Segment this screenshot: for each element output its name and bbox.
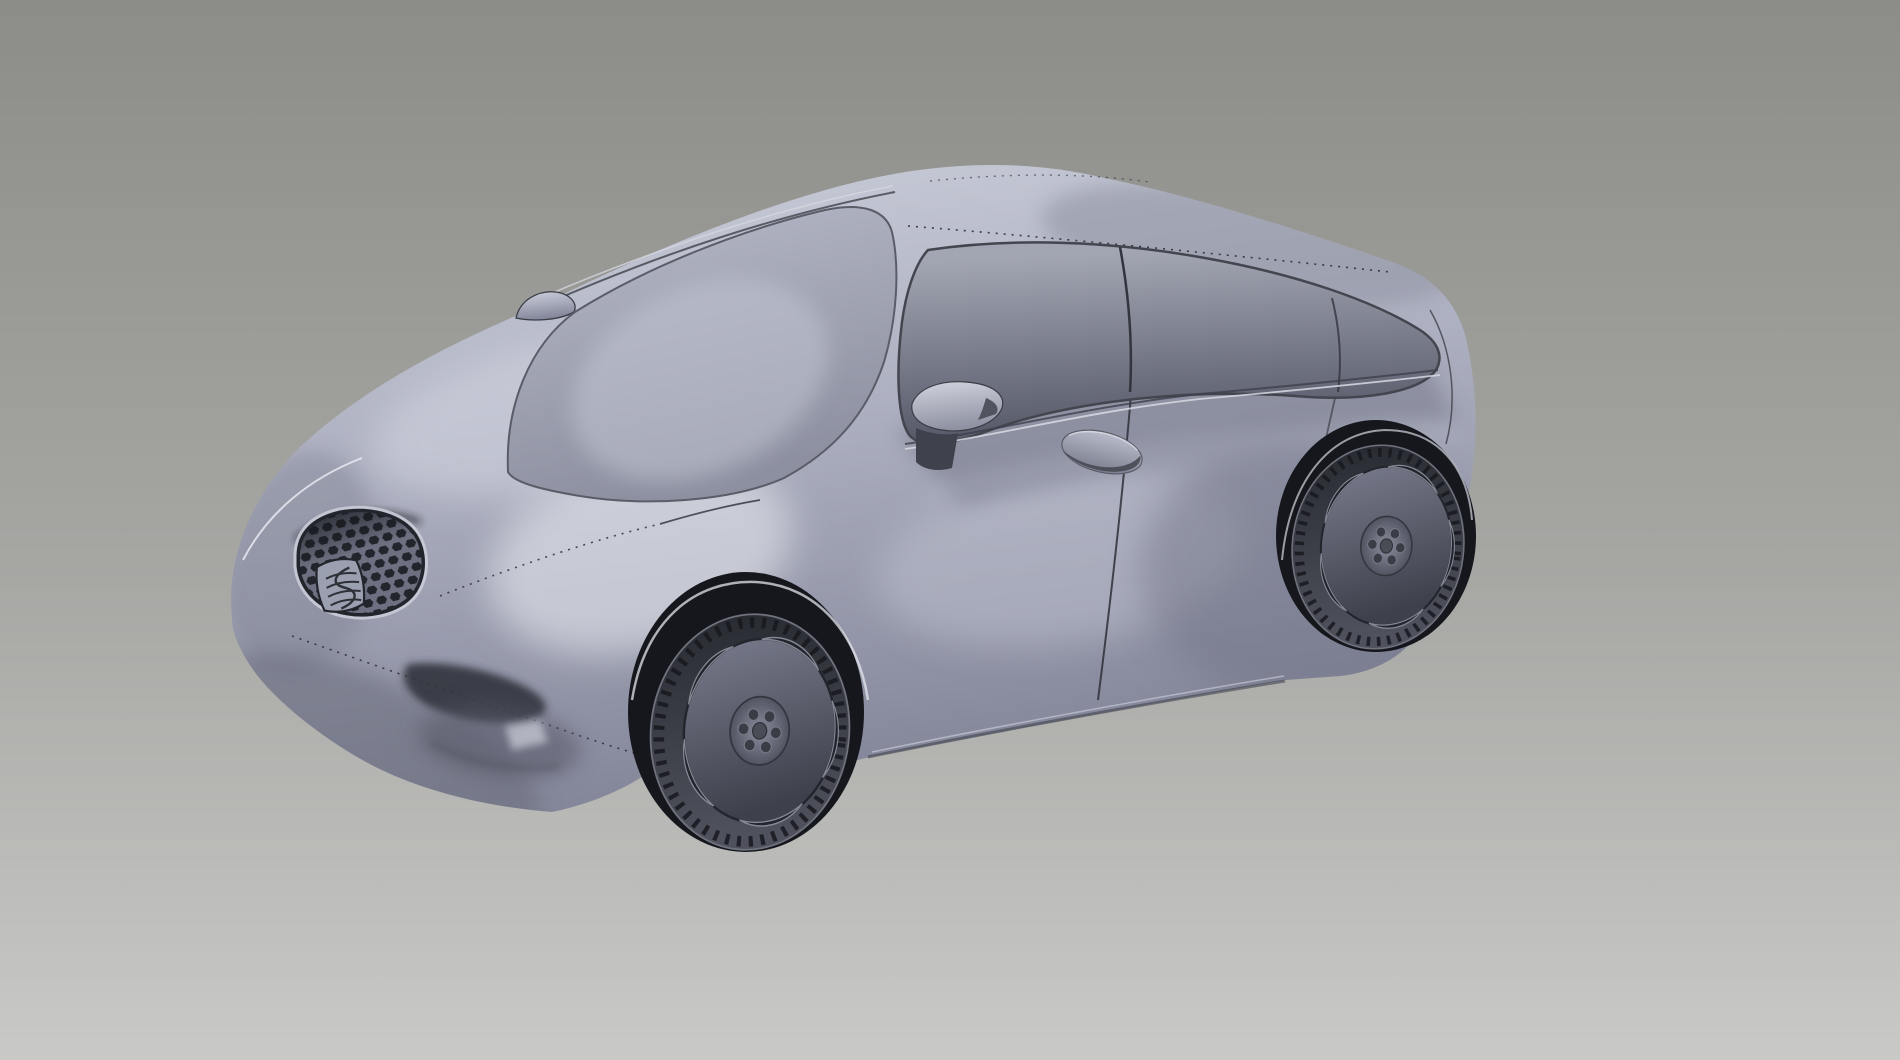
viewport-canvas[interactable] bbox=[0, 0, 1900, 1060]
front-grille bbox=[296, 512, 422, 615]
mirror-stem bbox=[916, 428, 958, 470]
